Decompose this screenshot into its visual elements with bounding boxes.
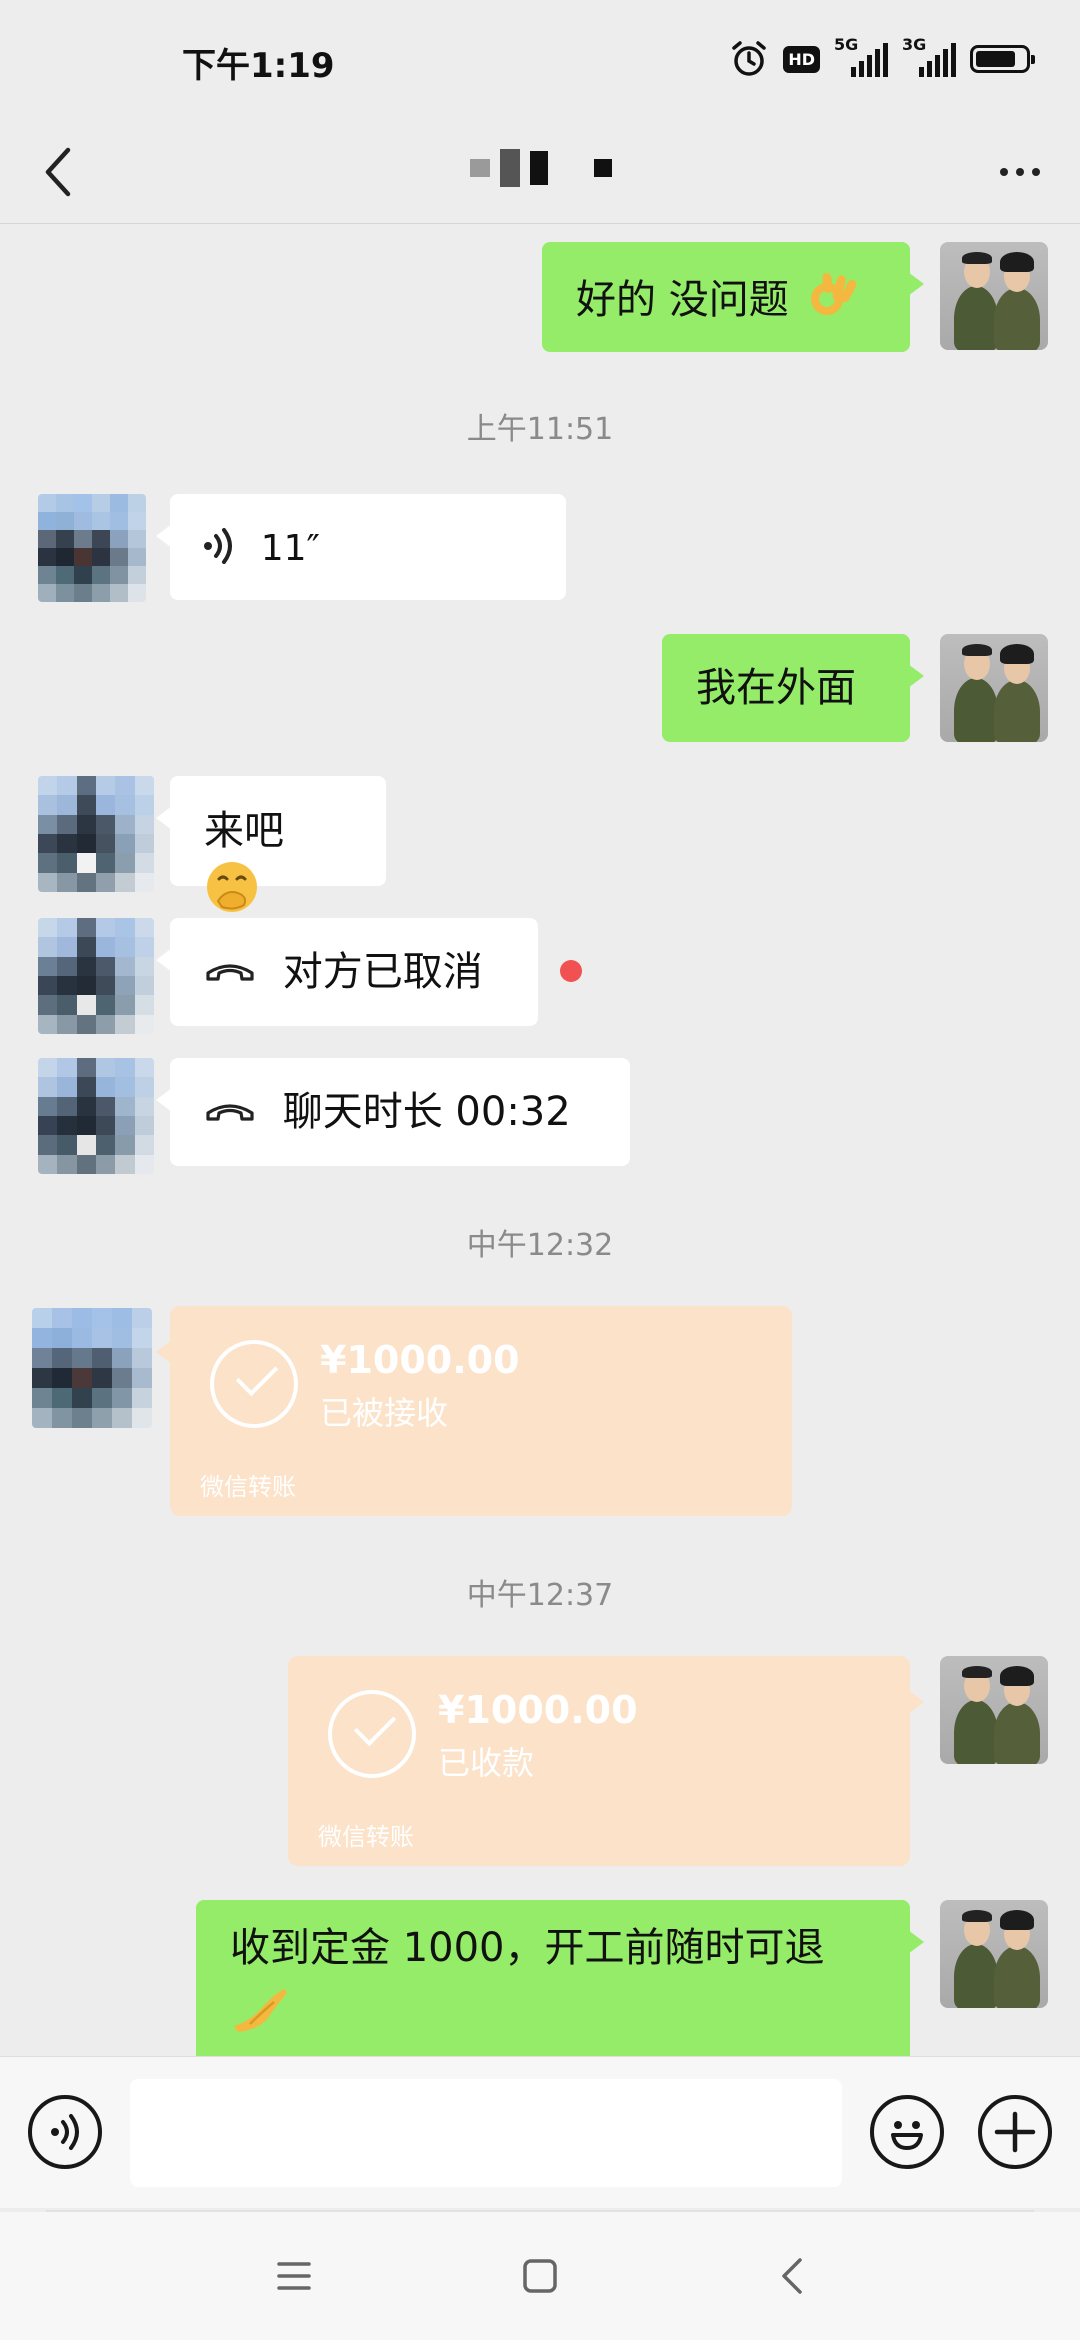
- message-bubble-self[interactable]: 我在外面: [662, 634, 924, 742]
- transfer-status: 已被接收: [320, 1394, 449, 1432]
- dot-icon: [1000, 168, 1008, 176]
- avatar-other[interactable]: [38, 1058, 154, 1174]
- avatar-other[interactable]: [32, 1308, 152, 1428]
- emoji-icon: [891, 2121, 923, 2150]
- call-record-bubble[interactable]: 对方已取消: [156, 918, 538, 1026]
- message-bubble-self[interactable]: 收到定金 1000，开工前随时可退: [196, 1900, 924, 2070]
- transfer-status: 已收款: [438, 1744, 535, 1782]
- unread-dot: [560, 960, 582, 982]
- system-nav-bar: [0, 2212, 1080, 2340]
- back-icon: [782, 2258, 802, 2294]
- home-button[interactable]: [510, 2252, 570, 2300]
- timestamp: 中午12:37: [466, 1578, 614, 1613]
- transfer-footer: 微信转账: [200, 1473, 296, 1501]
- chat-header: [0, 120, 1080, 224]
- avatar-other[interactable]: [38, 918, 154, 1034]
- hand-over-mouth-emoji-icon: [207, 862, 257, 912]
- transfer-card-accepted[interactable]: ¥1000.00 已收款 微信转账: [288, 1656, 924, 1866]
- hd-badge: HD: [783, 45, 820, 73]
- voice-input-button[interactable]: [28, 2095, 102, 2169]
- transfer-footer: 微信转账: [318, 1823, 414, 1851]
- message-text-input[interactable]: [130, 2079, 842, 2187]
- avatar-self[interactable]: [940, 634, 1048, 742]
- status-icons: HD 5G 3G: [729, 35, 1035, 82]
- back-button[interactable]: [30, 144, 86, 200]
- pinching-hand-emoji-icon: [234, 1989, 287, 2032]
- voice-wave-icon: [204, 528, 232, 564]
- more-options-button[interactable]: [988, 144, 1052, 200]
- avatar-self[interactable]: [940, 1656, 1048, 1764]
- ok-hand-emoji-icon: [811, 272, 857, 315]
- signal-5g-icon: 5G: [834, 35, 888, 79]
- check-circle-icon: [210, 1340, 298, 1428]
- chat-title-blurred: [470, 138, 630, 198]
- timestamp: 上午11:51: [466, 412, 614, 447]
- alarm-icon: [732, 41, 767, 76]
- call-record-bubble[interactable]: 聊天时长 00:32: [156, 1058, 630, 1166]
- menu-icon: [277, 2262, 311, 2290]
- check-circle-icon: [328, 1690, 416, 1778]
- timestamp: 中午12:32: [466, 1228, 614, 1263]
- message-bubble-other[interactable]: 来吧: [156, 776, 386, 912]
- signal-3g-icon: 3G: [902, 35, 956, 79]
- plus-button[interactable]: [978, 2095, 1052, 2169]
- avatar-self[interactable]: [940, 1900, 1048, 2008]
- status-bar: 下午1:19 HD 5G 3G: [0, 0, 1080, 120]
- transfer-card-received[interactable]: ¥1000.00 已被接收 微信转账: [156, 1306, 792, 1516]
- voice-input-icon: [51, 2114, 79, 2150]
- avatar-other[interactable]: [38, 776, 154, 892]
- phone-hangup-icon: [206, 1104, 254, 1121]
- emoji-button[interactable]: [870, 2095, 944, 2169]
- plus-icon: [994, 2111, 1036, 2153]
- transfer-amount: ¥1000.00: [438, 1688, 638, 1732]
- menu-button[interactable]: [264, 2252, 324, 2300]
- message-bubble-self[interactable]: 好的 没问题: [542, 242, 924, 352]
- chevron-left-icon: [45, 147, 71, 197]
- battery-icon: [970, 45, 1035, 73]
- voice-duration: 11″: [260, 528, 320, 569]
- avatar-other[interactable]: [38, 494, 146, 602]
- phone-hangup-icon: [206, 964, 254, 981]
- voice-message-bubble[interactable]: 11″: [156, 494, 566, 600]
- message-input-bar: [0, 2056, 1080, 2208]
- transfer-amount: ¥1000.00: [320, 1338, 520, 1382]
- status-time: 下午1:19: [182, 46, 335, 86]
- home-icon: [523, 2259, 557, 2293]
- avatar-self[interactable]: [940, 242, 1048, 350]
- nav-back-button[interactable]: [762, 2252, 822, 2300]
